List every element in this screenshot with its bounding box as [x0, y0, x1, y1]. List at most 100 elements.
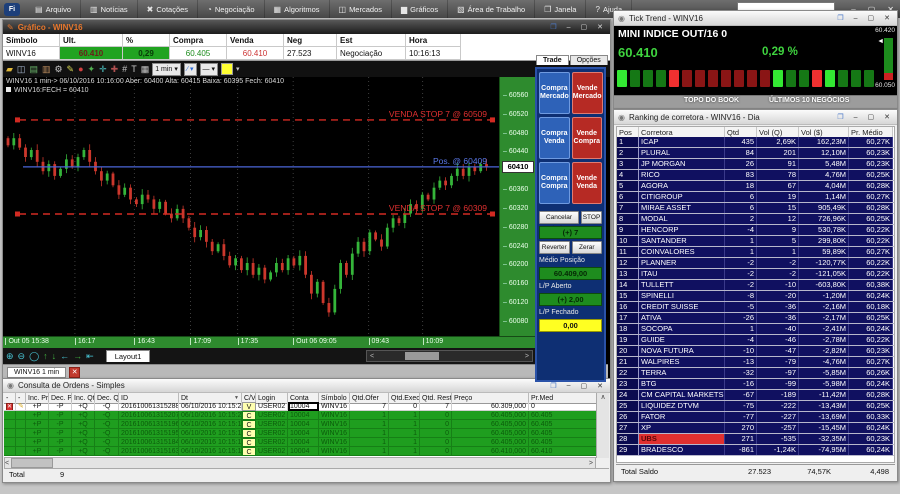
chevron-down-icon[interactable]: ▾	[236, 65, 240, 73]
scrollbar-right-icon[interactable]: >	[587, 460, 595, 467]
menu-item-janela[interactable]: ❐Janela	[535, 0, 586, 18]
ranking-row[interactable]: 27XP270-257-15,45M60,24K	[617, 423, 894, 434]
dec-qty-button[interactable]: -Q	[95, 402, 119, 411]
inc-qty-button[interactable]: +Q	[72, 438, 95, 447]
float-window-icon[interactable]: ❐	[547, 382, 559, 390]
orders-titlebar[interactable]: ◉ Consulta de Ordens - Simples ❐ – ▢ ✕	[3, 379, 610, 393]
order-row[interactable]: ✕✎+P-P+Q-Q20161006131528806/10/2016 10:1…	[4, 402, 609, 411]
menu-item-negocia-o[interactable]: ◔Negociação	[198, 0, 264, 18]
tab-opcoes[interactable]: Opções	[570, 55, 608, 65]
order-edit-cell[interactable]	[16, 447, 26, 456]
image-icon[interactable]: ▥	[42, 62, 51, 76]
minimize-icon[interactable]: –	[564, 24, 574, 31]
cancel-all-button[interactable]: Cancelar tudo	[539, 211, 579, 224]
dec-price-button[interactable]: -P	[49, 429, 72, 438]
alert-icon[interactable]: ●	[78, 62, 83, 76]
order-cancel-cell[interactable]	[4, 420, 16, 429]
order-edit-cell[interactable]	[16, 429, 26, 438]
go-to-start-icon[interactable]: ⇤	[86, 351, 94, 362]
dec-price-button[interactable]: -P	[49, 420, 72, 429]
scroll-up-icon[interactable]: ∧	[600, 394, 605, 401]
text-tool-icon[interactable]: T	[131, 62, 137, 76]
timeframe-select[interactable]: 1 min▾	[152, 63, 181, 76]
ranking-row[interactable]: 18SOCOPA1-40-2,41M60,24K	[617, 324, 894, 335]
sell-button-vende-venda[interactable]: Vende Venda	[572, 162, 603, 204]
order-cancel-cell[interactable]	[4, 429, 16, 438]
zerar-button[interactable]: Zerar	[572, 241, 603, 254]
fibonacci-icon[interactable]: #	[122, 62, 127, 76]
order-cancel-cell[interactable]	[4, 411, 16, 420]
maximize-icon[interactable]: ▢	[578, 23, 591, 31]
candlestick-plot[interactable]: VENDA STOP 7 @ 60509Pos. @ 60409VENDA ST…	[3, 77, 499, 336]
scroll-right-icon[interactable]: →	[73, 351, 82, 361]
buy-button-compra-venda[interactable]: Compra Venda	[539, 117, 570, 159]
ranking-row[interactable]: 12PLANNER-2-2-120,77K60,22K	[617, 258, 894, 269]
tick-trend-titlebar[interactable]: ◉ Tick Trend - WINV16 ❐ – ▢ ✕	[614, 11, 897, 26]
layout-tab[interactable]: Layout1	[106, 350, 151, 362]
scroll-up-icon[interactable]: ↑	[43, 351, 48, 361]
order-edit-cell[interactable]	[16, 420, 26, 429]
ranking-row[interactable]: 25LIQUIDEZ DTVM-75-222-13,43M60,25K	[617, 401, 894, 412]
orders-vertical-scrollbar[interactable]: ∧	[596, 393, 609, 458]
order-edit-cell[interactable]	[16, 411, 26, 420]
scroll-left-icon[interactable]: ←	[60, 351, 69, 361]
ranking-row[interactable]: 16CREDIT SUISSE-5-36-2,16M60,18K	[617, 302, 894, 313]
pen-style-select[interactable]: ∕▾	[184, 63, 197, 76]
order-row[interactable]: +P-P+Q-Q20161006131519506/10/2016 10:15:…	[4, 429, 609, 438]
order-row[interactable]: +P-P+Q-Q20161006131519606/10/2016 10:15:…	[4, 420, 609, 429]
ranking-row[interactable]: 17ATIVA-26-36-2,17M60,25K	[617, 313, 894, 324]
dec-price-button[interactable]: -P	[49, 438, 72, 447]
menu-item-gr-ficos[interactable]: ▆Gráficos	[392, 0, 448, 18]
minimize-icon[interactable]: –	[851, 15, 861, 22]
buy-button-compra-mercado[interactable]: Compra Mercado	[539, 72, 570, 114]
crosshair-icon[interactable]: ✛	[99, 62, 107, 76]
maximize-icon[interactable]: ▢	[865, 113, 878, 121]
line-style-select[interactable]: —▾	[200, 63, 219, 76]
inc-qty-button[interactable]: +Q	[72, 420, 95, 429]
order-row[interactable]: +P-P+Q-Q20161006131520706/10/2016 10:15:…	[4, 411, 609, 420]
float-window-icon[interactable]: ❐	[547, 23, 559, 31]
maximize-icon[interactable]: ▢	[578, 382, 591, 390]
ranking-row[interactable]: 15SPINELLI-8-20-1,20M60,24K	[617, 291, 894, 302]
sell-button-vende-compra[interactable]: Vende Compra	[572, 117, 603, 159]
order-row[interactable]: +P-P+Q-Q20161006131518406/10/2016 10:15:…	[4, 438, 609, 447]
indicators-icon[interactable]: ✦	[88, 62, 96, 76]
ranking-row[interactable]: 8MODAL212726,96K60,25K	[617, 214, 894, 225]
ranking-row[interactable]: 6CITIGROUP6191,14M60,27K	[617, 192, 894, 203]
price-axis[interactable]: 6056060520604806044060400603606032060280…	[499, 77, 537, 336]
ranking-row[interactable]: 9HENCORP-49530,78K60,22K	[617, 225, 894, 236]
cancel-order-icon[interactable]: ✕	[6, 403, 13, 411]
ranking-row[interactable]: 19GUIDE-4-46-2,78M60,22K	[617, 335, 894, 346]
float-window-icon[interactable]: ❐	[834, 14, 846, 22]
reverter-button[interactable]: Reverter	[539, 241, 570, 254]
order-cancel-cell[interactable]	[4, 438, 16, 447]
dec-qty-button[interactable]: -Q	[95, 411, 119, 420]
scrollbar-right-icon[interactable]: >	[522, 353, 532, 360]
ranking-row[interactable]: 22TERRA-32-97-5,85M60,26K	[617, 368, 894, 379]
ranking-row[interactable]: 28UBS271-535-32,35M60,23K	[617, 434, 894, 445]
symbol-tab[interactable]: WINV16 1 min	[7, 367, 66, 378]
settings-gear-icon[interactable]: ⚙	[54, 62, 62, 76]
inc-qty-button[interactable]: +Q	[72, 402, 95, 411]
close-icon[interactable]: ✕	[881, 113, 893, 121]
inc-price-button[interactable]: +P	[26, 411, 49, 420]
ranking-row[interactable]: 10SANTANDER15299,80K60,22K	[617, 236, 894, 247]
menu-item-arquivo[interactable]: ▤Arquivo	[26, 0, 81, 18]
ranking-row[interactable]: 7MIRAE ASSET615905,49K60,28K	[617, 203, 894, 214]
menu-item-algoritmos[interactable]: ▦Algoritmos	[265, 0, 330, 18]
dec-qty-button[interactable]: -Q	[95, 420, 119, 429]
close-icon[interactable]: ✕	[594, 23, 606, 31]
ranking-row[interactable]: 4RICO83784,76M60,25K	[617, 170, 894, 181]
float-window-icon[interactable]: ❐	[834, 113, 846, 121]
menu-item-cota-es[interactable]: ✖Cotações	[138, 0, 198, 18]
dec-price-button[interactable]: -P	[49, 447, 72, 456]
inc-price-button[interactable]: +P	[26, 429, 49, 438]
ranking-row[interactable]: 5AGORA18674,04M60,28K	[617, 181, 894, 192]
save-icon[interactable]: ◫	[17, 62, 26, 76]
chart-window-titlebar[interactable]: ✎ Gráfico - WINV16 ❐ – ▢ ✕	[3, 20, 610, 34]
scrollbar-thumb[interactable]	[11, 458, 53, 468]
ranking-row[interactable]: 11COINVALORES1159,89K60,27K	[617, 247, 894, 258]
ranking-row[interactable]: 21WALPIRES-13-79-4,76M60,27K	[617, 357, 894, 368]
ranking-row[interactable]: 1ICAP4352,69K162,23M60,27K	[617, 137, 894, 148]
inc-price-button[interactable]: +P	[26, 447, 49, 456]
